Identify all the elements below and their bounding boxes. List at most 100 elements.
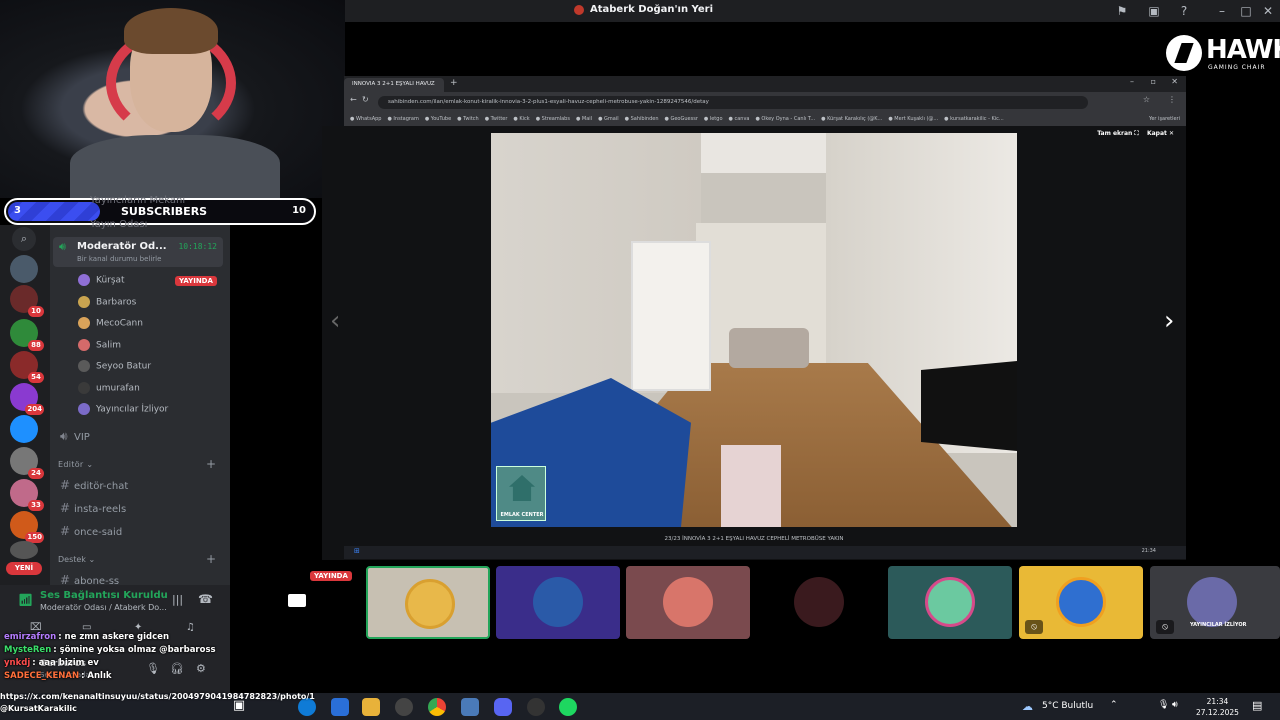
clock[interactable]: 21:34 27.12.2025	[1196, 696, 1239, 718]
chat-text: : ne zmn askere gidcen	[58, 632, 169, 642]
tile-participant[interactable]	[366, 566, 490, 639]
server-icon[interactable]: 24	[10, 447, 44, 479]
prev-photo-icon[interactable]: ‹	[330, 306, 340, 336]
bookmark-item[interactable]: ● YouTube	[425, 116, 451, 122]
discord-icon[interactable]	[494, 698, 512, 716]
voice-member[interactable]: umurafan	[78, 381, 140, 394]
tile-participant[interactable]: ⦸	[1019, 566, 1143, 639]
tile-participant[interactable]	[888, 566, 1012, 639]
close-viewer-button[interactable]: Kapat	[1147, 130, 1167, 137]
voice-member[interactable]: Salim	[78, 338, 121, 351]
server-icon[interactable]	[10, 415, 38, 443]
tab-active[interactable]: INNOVIA 3 2+1 EŞYALI HAVUZ	[344, 78, 444, 92]
voice-connected-label[interactable]: Ses Bağlantısı Kuruldu	[40, 590, 168, 601]
bookmark-item[interactable]: ● Gmail	[598, 116, 619, 122]
app-icon[interactable]	[395, 698, 413, 716]
maximize-icon[interactable]: ▫	[1151, 77, 1156, 86]
new-tab-icon[interactable]: +	[450, 78, 458, 88]
server-icon[interactable]: 10	[10, 285, 44, 317]
tile-participant[interactable]	[496, 566, 620, 639]
channel-insta-reels[interactable]: # insta-reels	[60, 501, 126, 515]
mic-tray-icon[interactable]: 🎙︎	[1158, 700, 1169, 710]
voice-member[interactable]: Seyoo Batur	[78, 360, 151, 372]
menu-icon[interactable]: ⋮	[1168, 95, 1176, 104]
channel-editor-chat[interactable]: # editör-chat	[60, 478, 128, 492]
fullscreen-button[interactable]: Tam ekran	[1097, 130, 1132, 137]
bookmark-item[interactable]: ● Kürşat Karakılıç (@K...	[821, 116, 882, 122]
bookmark-item[interactable]: ● Twitch	[457, 116, 479, 122]
server-icon[interactable]: 204	[10, 383, 44, 415]
mic-icon[interactable]: 🎙︎	[146, 662, 160, 675]
bookmark-item[interactable]: ● kursatkarakilic - Kic...	[944, 116, 1004, 122]
chrome-icon[interactable]	[428, 698, 446, 716]
bookmark-item[interactable]: ● WhatsApp	[350, 116, 381, 122]
voice-member[interactable]: Yayıncılar İzliyor	[78, 403, 168, 415]
tile-participant[interactable]	[757, 566, 881, 639]
member-name: umurafan	[96, 383, 140, 393]
server-icon[interactable]	[10, 541, 38, 559]
voice-member[interactable]: Kürşat	[78, 274, 125, 286]
reload-icon[interactable]: ↻	[362, 95, 369, 104]
tile-participant[interactable]: ⦸ YAYINCILAR İZLİYOR	[1150, 566, 1280, 639]
search-icon[interactable]: ⌕	[12, 227, 36, 251]
help-icon[interactable]: ?	[1176, 3, 1192, 19]
channel-ghost: Yayın Odası	[90, 219, 148, 230]
channel-status[interactable]: Bir kanal durumu belirle	[77, 255, 161, 263]
screen-icon[interactable]: ▣	[1146, 3, 1162, 19]
server-icon[interactable]: 54	[10, 351, 44, 383]
bookmark-item[interactable]: ● Sahibinden	[625, 116, 659, 122]
noise-icon[interactable]: |||	[172, 593, 183, 606]
obs-icon[interactable]	[527, 698, 545, 716]
weather-text[interactable]: 5°C Bulutlu	[1042, 701, 1093, 711]
app-icon[interactable]	[461, 698, 479, 716]
category-editor[interactable]: Editör ⌄	[58, 460, 93, 469]
channel-vip[interactable]: 🔊︎ VIP	[60, 429, 90, 444]
server-icon[interactable]: 88	[10, 319, 44, 351]
maximize-icon[interactable]: □	[1238, 3, 1254, 19]
bookmark-item[interactable]: ● Mert Kuşaklı (@...	[888, 116, 938, 122]
settings-gear-icon[interactable]: ⚙	[196, 662, 206, 675]
category-support[interactable]: Destek ⌄	[58, 555, 95, 564]
back-icon[interactable]: ←	[350, 95, 357, 104]
voice-member[interactable]: MecoCann	[78, 317, 143, 329]
next-photo-icon[interactable]: ›	[1164, 306, 1174, 336]
bookmark-item[interactable]: ● Streamlabs	[536, 116, 570, 122]
status-url: https://x.com/kenanaltinsuyuu/status/200…	[0, 692, 315, 713]
chevron-up-icon[interactable]: ⌃	[1110, 700, 1118, 710]
minimize-icon[interactable]: –	[1214, 3, 1230, 19]
inbox-icon[interactable]: ⚑	[1114, 3, 1130, 19]
soundboard-icon[interactable]: ♫	[186, 622, 195, 633]
bookmark-item[interactable]: ● letgo	[704, 116, 723, 122]
headphones-icon[interactable]: 🎧︎	[170, 662, 184, 675]
server-icon[interactable]: 33	[10, 479, 44, 511]
channel-once-said[interactable]: # once-said	[60, 524, 122, 538]
tile-screenshare[interactable]: YAYINDA	[236, 566, 360, 639]
server-icon[interactable]	[10, 255, 38, 283]
bookmark-item[interactable]: ● GeoGuessr	[665, 116, 698, 122]
voice-channel-active[interactable]: 🔊︎ Moderatör Od... 10:18:12 Bir kanal du…	[53, 237, 223, 267]
minimize-icon[interactable]: –	[1130, 77, 1134, 86]
new-messages-pill[interactable]: YENİ	[6, 562, 42, 575]
bookmarks-folder[interactable]: Yer işaretleri	[1149, 116, 1180, 122]
bookmark-item[interactable]: ● canva	[729, 116, 750, 122]
url-field[interactable]: sahibinden.com/ilan/emlak-konut-kiralik-…	[378, 96, 1088, 109]
disconnect-icon[interactable]: ☎	[198, 592, 213, 606]
close-icon[interactable]: ✕	[1260, 3, 1276, 19]
server-icon[interactable]: 150	[10, 511, 44, 543]
close-icon[interactable]: ✕	[1171, 77, 1178, 86]
tile-participant[interactable]	[626, 566, 750, 639]
spotify-icon[interactable]	[559, 698, 577, 716]
bookmark-item[interactable]: ● Twitter	[485, 116, 508, 122]
bookmark-item[interactable]: ● Okey Oyna - Canlı T...	[755, 116, 815, 122]
voice-member[interactable]: Barbaros	[78, 295, 136, 308]
bookmark-item[interactable]: ● Mail	[576, 116, 592, 122]
star-icon[interactable]: ☆	[1143, 95, 1150, 104]
explorer-icon[interactable]	[362, 698, 380, 716]
add-channel-icon[interactable]: +	[206, 552, 216, 566]
bookmark-item[interactable]: ● Instagram	[387, 116, 418, 122]
notification-icon[interactable]: ▤	[1252, 699, 1262, 712]
outlook-icon[interactable]	[331, 698, 349, 716]
add-channel-icon[interactable]: +	[206, 457, 216, 471]
bookmark-item[interactable]: ● Kick	[513, 116, 529, 122]
volume-icon[interactable]: 🔊︎	[1172, 700, 1178, 710]
